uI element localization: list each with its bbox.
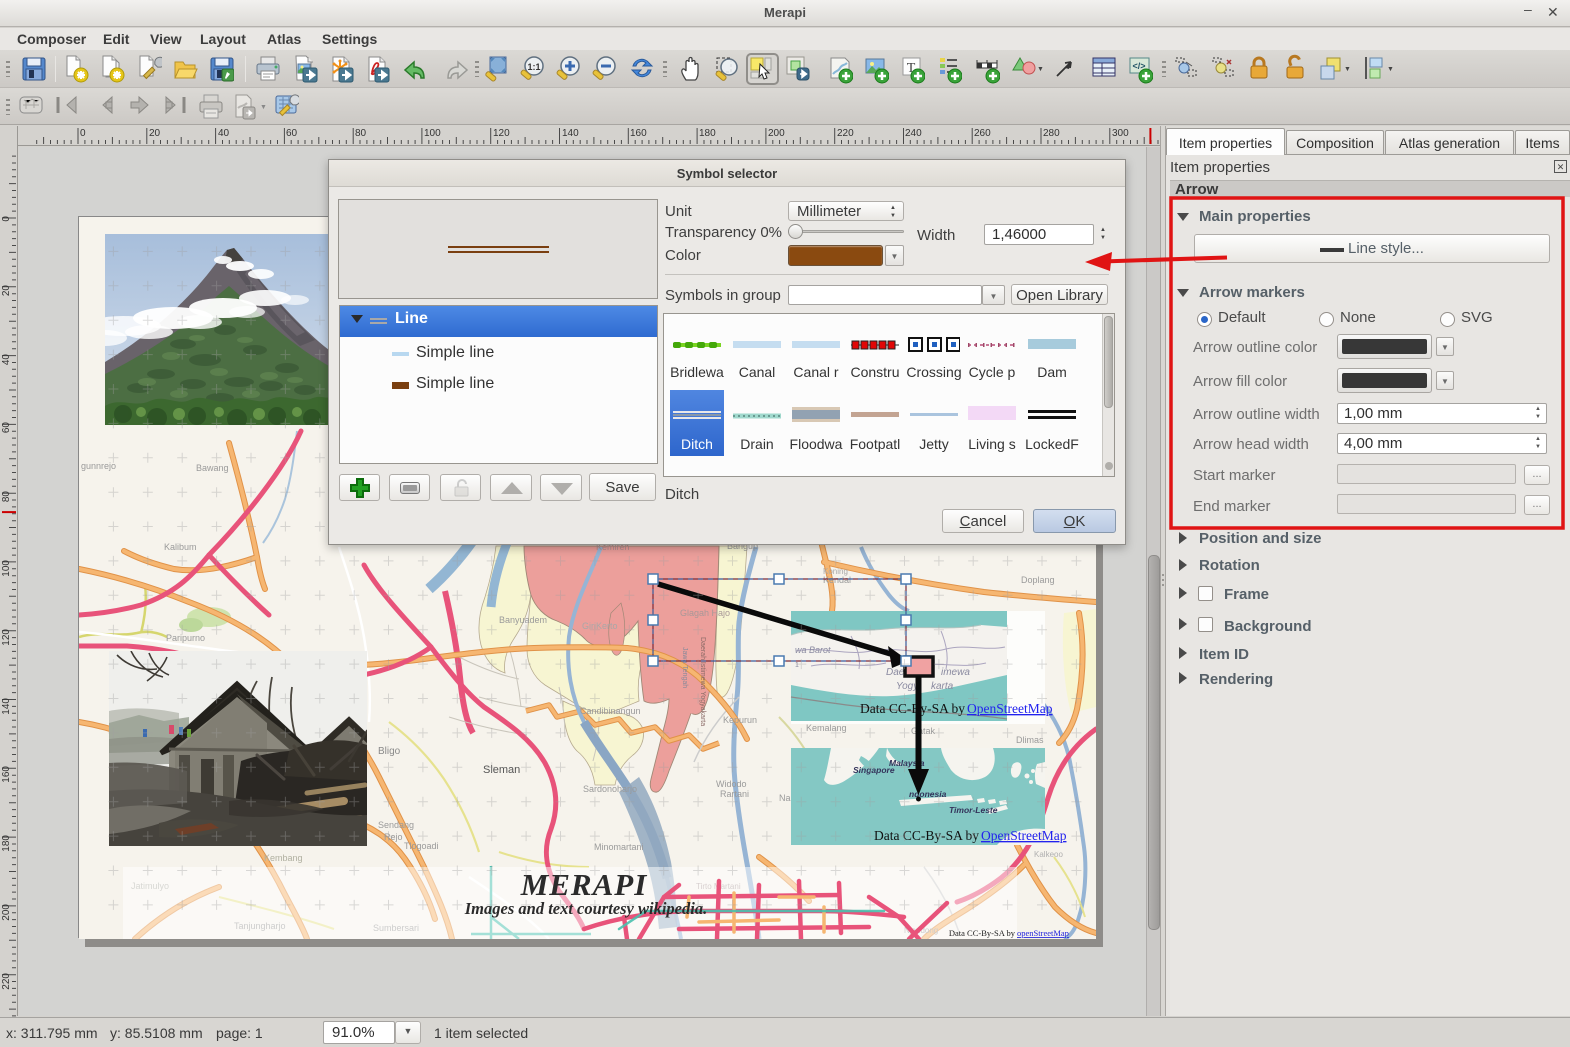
svg-text:100: 100 — [424, 128, 441, 139]
svg-text:Rejo: Rejo — [384, 832, 403, 842]
svg-text:180: 180 — [1, 835, 12, 852]
svg-text:Kendal: Kendal — [823, 575, 851, 585]
svg-text:80: 80 — [355, 128, 367, 139]
svg-text:140: 140 — [1, 698, 12, 715]
svg-text:1:1: 1:1 — [527, 62, 540, 72]
svg-text:260: 260 — [974, 128, 991, 139]
svg-text:imewa: imewa — [941, 667, 970, 678]
svg-text:Sendang: Sendang — [378, 820, 414, 830]
svg-text:Kalkeoo: Kalkeoo — [1034, 850, 1063, 859]
svg-text:40: 40 — [218, 128, 230, 139]
svg-text:OpenStreetMap: OpenStreetMap — [967, 701, 1053, 716]
svg-text:ndonesia: ndonesia — [909, 789, 947, 799]
svg-text:Koning: Koning — [823, 567, 848, 576]
svg-text:220: 220 — [1, 973, 12, 990]
svg-text:Kemalang: Kemalang — [806, 723, 847, 733]
svg-text:120: 120 — [493, 128, 510, 139]
svg-text:openStreetMap: openStreetMap — [1017, 928, 1069, 938]
svg-text:100: 100 — [1, 560, 12, 577]
svg-text:60: 60 — [286, 128, 298, 139]
svg-text:Widodo: Widodo — [716, 779, 747, 789]
svg-text:0: 0 — [1, 216, 12, 222]
svg-text:Doplang: Doplang — [1021, 575, 1055, 585]
svg-text:200: 200 — [1, 904, 12, 921]
svg-text:120: 120 — [1, 629, 12, 646]
svg-text:Images and text courtesy wikip: Images and text courtesy wikipedia. — [464, 899, 707, 918]
svg-text:280: 280 — [1043, 128, 1060, 139]
svg-text:Banyuadem: Banyuadem — [499, 615, 547, 625]
svg-text:Kalibum: Kalibum — [164, 542, 197, 552]
svg-text:MERAPI: MERAPI — [520, 867, 648, 902]
svg-text:Minomartani: Minomartani — [594, 842, 644, 852]
svg-text:0: 0 — [80, 128, 86, 139]
svg-text:Candibinangun: Candibinangun — [580, 706, 641, 716]
svg-text:Rartani: Rartani — [720, 789, 749, 799]
svg-text:karta: karta — [931, 681, 954, 692]
svg-text:Glagah Hajo: Glagah Hajo — [680, 608, 730, 618]
svg-text:Kepurun: Kepurun — [723, 715, 757, 725]
svg-text:240: 240 — [905, 128, 922, 139]
svg-text:160: 160 — [1, 766, 12, 783]
svg-text:160: 160 — [630, 128, 647, 139]
svg-text:Tlogoadi: Tlogoadi — [404, 841, 439, 851]
svg-text:180: 180 — [699, 128, 716, 139]
svg-text:300: 300 — [1112, 128, 1129, 139]
svg-text:gunnrejo: gunnrejo — [81, 461, 116, 471]
svg-text:Data CC-By-SA by: Data CC-By-SA by — [874, 828, 979, 843]
svg-text:Jawa Tengah: Jawa Tengah — [681, 647, 688, 688]
svg-text:20: 20 — [1, 285, 12, 297]
svg-text:20: 20 — [149, 128, 161, 139]
svg-text:Sleman: Sleman — [483, 764, 520, 776]
svg-text:80: 80 — [1, 491, 12, 503]
svg-text:Gatak: Gatak — [911, 726, 936, 736]
svg-text:Data CC-By-SA by: Data CC-By-SA by — [949, 928, 1016, 938]
svg-text:Sardonoharjo: Sardonoharjo — [583, 784, 637, 794]
svg-text:140: 140 — [562, 128, 579, 139]
svg-text:60: 60 — [1, 422, 12, 434]
svg-text:Daerah Istimewa Yogyakarta: Daerah Istimewa Yogyakarta — [699, 637, 706, 726]
svg-text:Bawang: Bawang — [196, 463, 229, 473]
svg-text:1: 1 — [795, 662, 799, 669]
svg-text:200: 200 — [768, 128, 785, 139]
svg-text:Dlimas: Dlimas — [1016, 735, 1044, 745]
svg-text:Paripurno: Paripurno — [166, 633, 205, 643]
svg-text:OpenStreetMap: OpenStreetMap — [981, 828, 1067, 843]
svg-text:Data CC-By-SA by: Data CC-By-SA by — [860, 701, 965, 716]
svg-text:Kembang: Kembang — [264, 853, 303, 863]
svg-text:Bligo: Bligo — [378, 746, 401, 757]
svg-text:40: 40 — [1, 354, 12, 366]
svg-text:wa Barot: wa Barot — [795, 645, 831, 655]
svg-text:220: 220 — [837, 128, 854, 139]
